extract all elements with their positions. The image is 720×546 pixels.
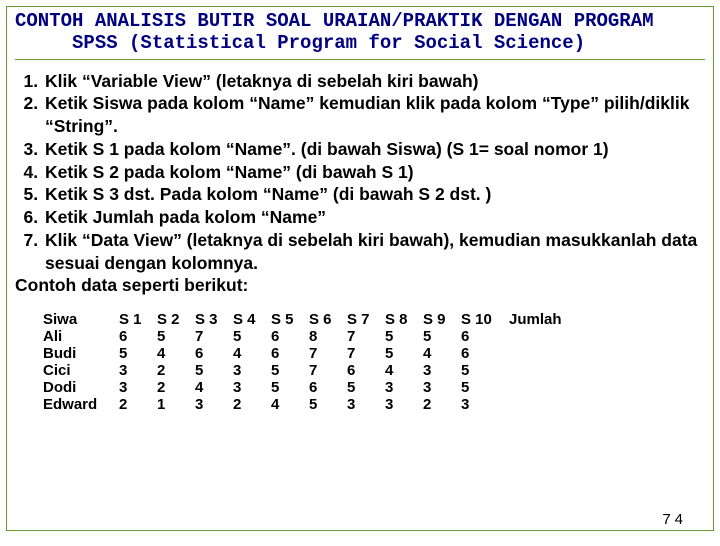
cell: 7 (195, 328, 233, 345)
cell: 5 (119, 345, 157, 362)
cell: 5 (347, 379, 385, 396)
steps-list: Klik “Variable View” (letaknya di sebela… (15, 70, 705, 275)
step-item: Ketik S 3 dst. Pada kolom “Name” (di baw… (43, 183, 705, 206)
cell: 4 (195, 379, 233, 396)
step-item: Klik “Variable View” (letaknya di sebela… (43, 70, 705, 93)
cell (509, 379, 570, 396)
cell: 5 (385, 345, 423, 362)
col-header: Jumlah (509, 311, 570, 328)
cell: 7 (309, 362, 347, 379)
instructions-block: Klik “Variable View” (letaknya di sebela… (15, 70, 705, 298)
cell: 5 (423, 328, 461, 345)
cell: Budi (43, 345, 119, 362)
cell: Dodi (43, 379, 119, 396)
cell: 6 (461, 328, 509, 345)
cell: 5 (271, 362, 309, 379)
cell: 3 (233, 379, 271, 396)
col-header: S 6 (309, 311, 347, 328)
cell: Edward (43, 396, 119, 413)
table-row: Cici 3 2 5 3 5 7 6 4 3 5 (43, 362, 570, 379)
cell: 5 (461, 379, 509, 396)
cell: 2 (423, 396, 461, 413)
cell: 5 (195, 362, 233, 379)
step-item: Ketik S 1 pada kolom “Name”. (di bawah S… (43, 138, 705, 161)
cell: 6 (119, 328, 157, 345)
cell: 3 (385, 379, 423, 396)
cell: 4 (233, 345, 271, 362)
col-header: S 2 (157, 311, 195, 328)
cell: 3 (461, 396, 509, 413)
cell: 3 (423, 362, 461, 379)
cell: 6 (195, 345, 233, 362)
cell: 4 (423, 345, 461, 362)
table-header-row: Siwa S 1 S 2 S 3 S 4 S 5 S 6 S 7 S 8 S 9… (43, 311, 570, 328)
cell (509, 345, 570, 362)
step-item: Ketik Siswa pada kolom “Name” kemudian k… (43, 92, 705, 138)
cell: 2 (157, 379, 195, 396)
cell: 3 (423, 379, 461, 396)
col-header: Siwa (43, 311, 119, 328)
cell: 5 (233, 328, 271, 345)
cell: 7 (347, 328, 385, 345)
cell: 6 (271, 328, 309, 345)
cell: 8 (309, 328, 347, 345)
cell (509, 362, 570, 379)
cell: Ali (43, 328, 119, 345)
cell: 5 (309, 396, 347, 413)
cell: 5 (271, 379, 309, 396)
cell: 4 (157, 345, 195, 362)
cell: 2 (233, 396, 271, 413)
col-header: S 7 (347, 311, 385, 328)
step-item: Klik “Data View” (letaknya di sebelah ki… (43, 229, 705, 275)
cell: 2 (157, 362, 195, 379)
slide-title: CONTOH ANALISIS BUTIR SOAL URAIAN/PRAKTI… (15, 11, 705, 60)
col-header: S 4 (233, 311, 271, 328)
cell: 3 (385, 396, 423, 413)
title-line-1: CONTOH ANALISIS BUTIR SOAL URAIAN/PRAKTI… (15, 10, 654, 32)
cell: 6 (309, 379, 347, 396)
title-line-2: SPSS (Statistical Program for Social Sci… (15, 32, 585, 54)
slide-frame: CONTOH ANALISIS BUTIR SOAL URAIAN/PRAKTI… (6, 6, 714, 531)
cell: 1 (157, 396, 195, 413)
cell: 3 (347, 396, 385, 413)
step-item: Ketik Jumlah pada kolom “Name” (43, 206, 705, 229)
cell: 2 (119, 396, 157, 413)
col-header: S 10 (461, 311, 509, 328)
cell: 4 (271, 396, 309, 413)
page-number: 74 (662, 511, 687, 528)
table-row: Budi 5 4 6 4 6 7 7 5 4 6 (43, 345, 570, 362)
cell: 7 (309, 345, 347, 362)
cell: 3 (119, 379, 157, 396)
cell: 5 (461, 362, 509, 379)
col-header: S 8 (385, 311, 423, 328)
example-intro: Contoh data seperti berikut: (15, 274, 705, 297)
cell (509, 396, 570, 413)
table-row: Ali 6 5 7 5 6 8 7 5 5 6 (43, 328, 570, 345)
cell: 5 (157, 328, 195, 345)
cell: 3 (119, 362, 157, 379)
col-header: S 1 (119, 311, 157, 328)
step-item: Ketik S 2 pada kolom “Name” (di bawah S … (43, 161, 705, 184)
col-header: S 9 (423, 311, 461, 328)
cell: 7 (347, 345, 385, 362)
cell: Cici (43, 362, 119, 379)
cell: 3 (195, 396, 233, 413)
col-header: S 5 (271, 311, 309, 328)
cell: 5 (385, 328, 423, 345)
cell (509, 328, 570, 345)
col-header: S 3 (195, 311, 233, 328)
example-data-table: Siwa S 1 S 2 S 3 S 4 S 5 S 6 S 7 S 8 S 9… (43, 311, 570, 413)
cell: 3 (233, 362, 271, 379)
cell: 4 (385, 362, 423, 379)
cell: 6 (271, 345, 309, 362)
table-row: Edward 2 1 3 2 4 5 3 3 2 3 (43, 396, 570, 413)
cell: 6 (347, 362, 385, 379)
cell: 6 (461, 345, 509, 362)
table-row: Dodi 3 2 4 3 5 6 5 3 3 5 (43, 379, 570, 396)
